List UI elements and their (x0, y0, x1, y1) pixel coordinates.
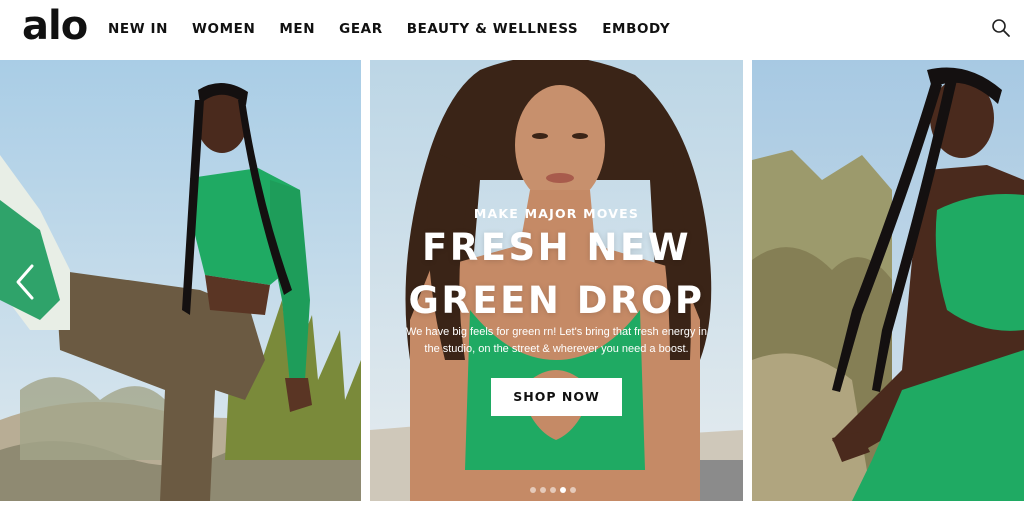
brand-logo[interactable]: alo (22, 4, 88, 48)
nav-item-embody[interactable]: EMBODY (602, 21, 670, 37)
nav-item-women[interactable]: WOMEN (192, 21, 255, 37)
carousel-dot-1[interactable] (530, 487, 536, 493)
nav-item-new-in[interactable]: NEW IN (108, 21, 168, 37)
nav-item-men[interactable]: MEN (279, 21, 315, 37)
search-icon[interactable] (990, 17, 1012, 39)
carousel-dot-2[interactable] (540, 487, 546, 493)
hero-overlay: MAKE MAJOR MOVES FRESH NEW GREEN DROP We… (370, 60, 743, 501)
hero-headline-line2: GREEN DROP (408, 279, 705, 322)
hero-carousel: MAKE MAJOR MOVES FRESH NEW GREEN DROP We… (0, 60, 1024, 501)
nav-item-beauty-wellness[interactable]: BEAUTY & WELLNESS (407, 21, 579, 37)
hero-body-text: We have big feels for green rn! Let's br… (406, 326, 707, 355)
hero-headline-line1: FRESH NEW (421, 226, 692, 269)
shop-now-button[interactable]: SHOP NOW (491, 378, 622, 416)
carousel-dot-3[interactable] (550, 487, 556, 493)
chevron-left-icon (16, 264, 34, 300)
carousel-dots (530, 487, 576, 493)
hero-kicker: MAKE MAJOR MOVES (473, 206, 640, 221)
hero-image-right[interactable] (752, 60, 1024, 501)
carousel-dot-5[interactable] (570, 487, 576, 493)
nav-item-gear[interactable]: GEAR (339, 21, 383, 37)
carousel-dot-4[interactable] (560, 487, 566, 493)
hero-image-left[interactable] (0, 60, 361, 501)
carousel-prev-button[interactable] (10, 260, 42, 304)
main-nav: NEW IN WOMEN MEN GEAR BEAUTY & WELLNESS … (108, 21, 670, 37)
site-header: alo NEW IN WOMEN MEN GEAR BEAUTY & WELLN… (0, 0, 1024, 60)
